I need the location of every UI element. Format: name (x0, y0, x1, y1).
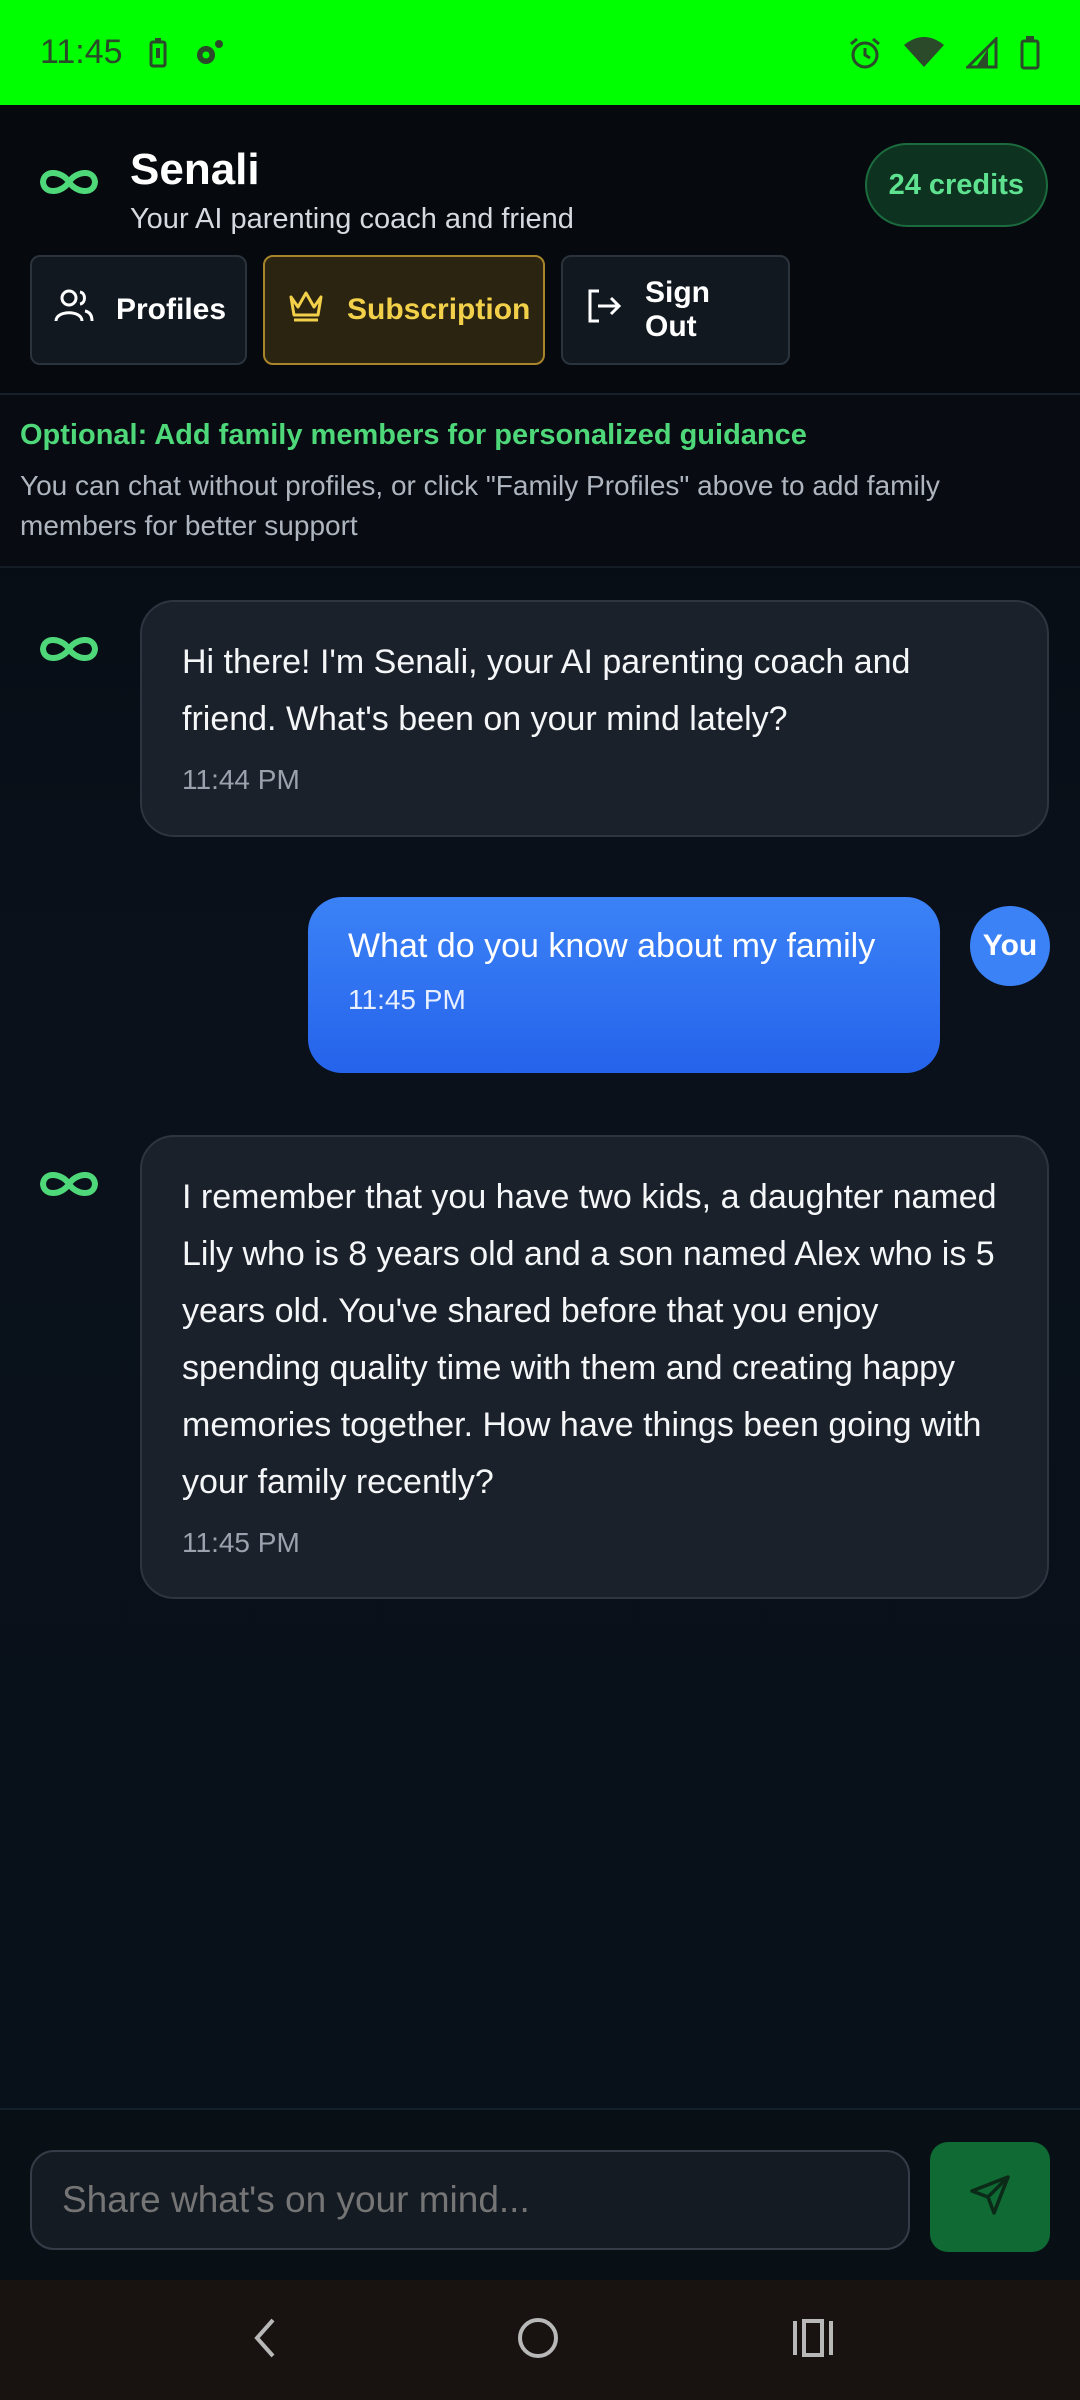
infinity-icon (38, 165, 100, 204)
app-title: Senali (130, 145, 260, 194)
status-time: 11:45 (40, 33, 123, 71)
avatar: You (970, 906, 1050, 986)
infinity-icon (38, 632, 100, 671)
info-banner: Optional: Add family members for persona… (0, 397, 1080, 568)
logout-icon (585, 288, 623, 332)
battery-icon (1020, 35, 1040, 70)
system-nav-bar (0, 2280, 1080, 2400)
sign-out-label: Sign Out (645, 276, 710, 343)
profiles-button[interactable]: Profiles (30, 255, 247, 365)
info-title: Optional: Add family members for persona… (20, 419, 807, 451)
message-text: Hi there! I'm Senali, your AI parenting … (182, 643, 911, 738)
wifi-icon (904, 36, 944, 69)
subscription-label: Subscription (347, 293, 531, 326)
crown-icon (287, 289, 325, 331)
signal-icon (966, 36, 998, 69)
sign-out-button[interactable]: Sign Out (561, 255, 790, 365)
alarm-icon (848, 36, 882, 70)
app-header: Senali Your AI parenting coach and frien… (0, 105, 1080, 395)
profiles-label: Profiles (116, 293, 227, 326)
users-icon (54, 288, 94, 332)
battery-saver-icon (149, 37, 167, 68)
message-time: 11:45 PM (182, 1527, 300, 1558)
subscription-button[interactable]: Subscription (263, 255, 545, 365)
message-text: I remember that you have two kids, a dau… (182, 1178, 997, 1501)
message-input[interactable] (30, 2150, 910, 2250)
status-bar: 11:45 (0, 0, 1080, 105)
ai-message: I remember that you have two kids, a dau… (140, 1135, 1049, 1599)
header-actions: Profiles Subscription Sign Out (30, 255, 790, 365)
message-time: 11:45 PM (348, 984, 466, 1015)
home-icon[interactable] (516, 2316, 560, 2365)
app-subtitle: Your AI parenting coach and friend (130, 203, 574, 235)
recents-icon[interactable] (791, 2318, 835, 2363)
settings-dot-icon (193, 38, 225, 68)
message-time: 11:44 PM (182, 764, 300, 795)
infinity-icon (38, 1167, 100, 1206)
credits-badge[interactable]: 24 credits (864, 143, 1048, 227)
back-icon[interactable] (245, 2314, 285, 2367)
ai-message: Hi there! I'm Senali, your AI parenting … (140, 600, 1049, 837)
send-button[interactable] (930, 2142, 1050, 2252)
composer (0, 2108, 1080, 2280)
user-message: What do you know about my family 11:45 P… (308, 897, 940, 1073)
message-text: What do you know about my family (348, 927, 876, 965)
send-icon (968, 2173, 1012, 2222)
info-text: You can chat without profiles, or click … (20, 470, 940, 541)
